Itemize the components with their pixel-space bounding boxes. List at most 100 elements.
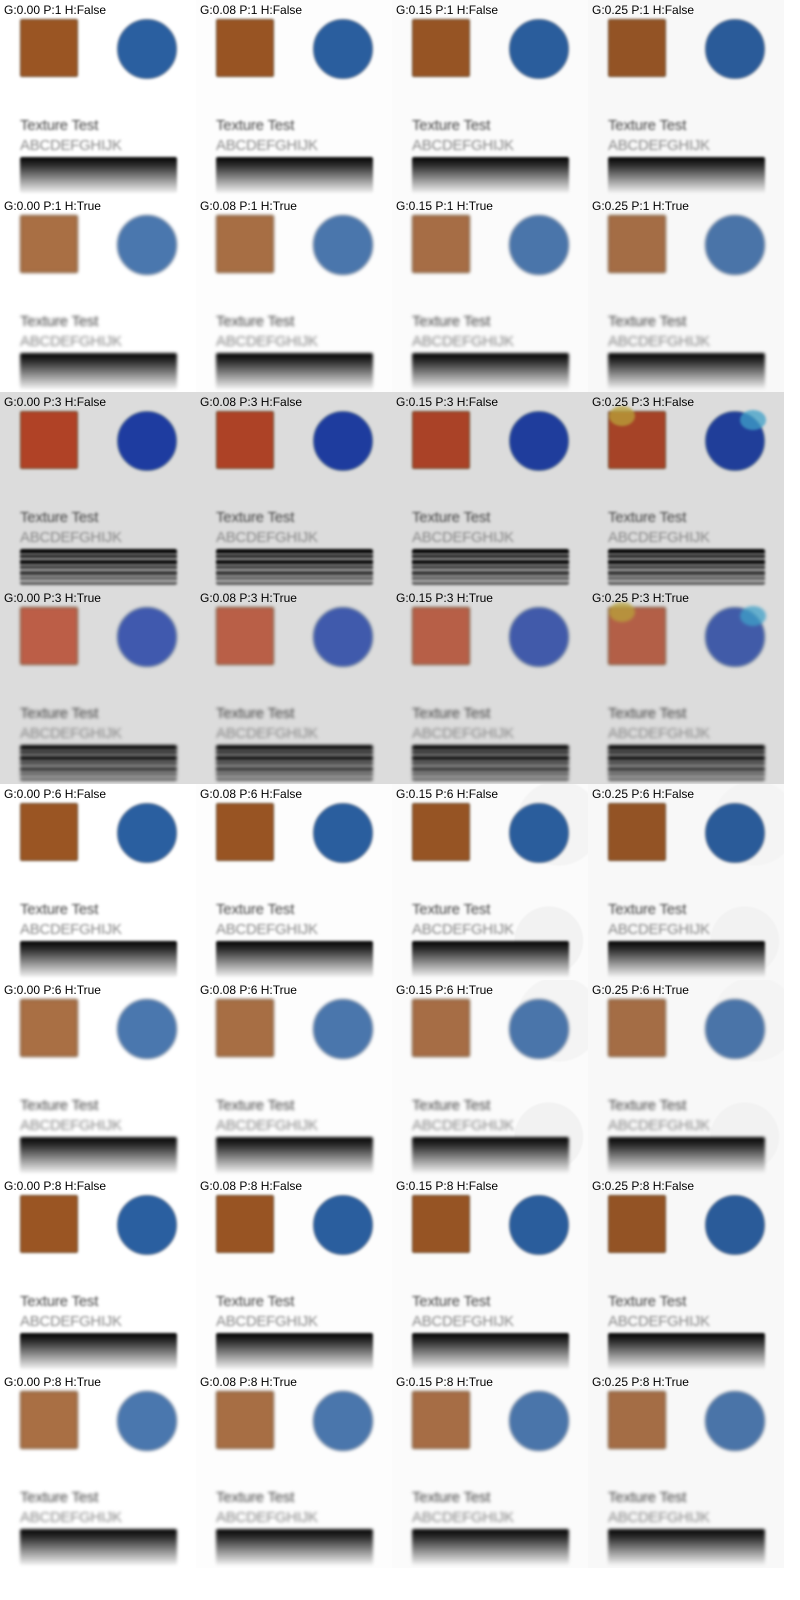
sample-title-text: Texture Test [216,1097,295,1114]
sample-alphabet-text: ABCDEFGHIJK [216,333,318,350]
orange-square [608,602,666,665]
gradient-bar [608,157,765,193]
gradient-bar [412,941,569,977]
tile-label: G:0.15 P:6 H:True [396,983,493,997]
sample-alphabet-text: ABCDEFGHIJK [412,1509,514,1526]
texture-test-tile: Texture Test ABCDEFGHIJK G:0.15 P:1 H:Tr… [392,196,588,392]
sample-alphabet-text: ABCDEFGHIJK [20,137,122,154]
sample-title-text: Texture Test [608,901,687,918]
sample-title-text: Texture Test [608,1097,687,1114]
sample-title-text: Texture Test [412,901,491,918]
gradient-bar [608,1137,765,1173]
blue-circle [313,215,373,275]
orange-square [412,411,470,469]
gradient-bar [20,941,177,977]
sample-title-text: Texture Test [608,509,687,526]
lens-flare-spot [609,602,635,622]
blue-circle [313,411,373,471]
texture-test-tile: Texture Test ABCDEFGHIJK G:0.00 P:8 H:Tr… [0,1372,196,1568]
blurred-content: Texture Test ABCDEFGHIJK [392,588,588,784]
orange-square [20,803,78,861]
texture-test-tile: Texture Test ABCDEFGHIJK G:0.08 P:8 H:Fa… [196,1176,392,1372]
gradient-bar [608,745,765,781]
texture-test-tile: Texture Test ABCDEFGHIJK G:0.08 P:3 H:Tr… [196,588,392,784]
gradient-bar [216,353,373,389]
texture-test-tile: Texture Test ABCDEFGHIJK G:0.00 P:3 H:Tr… [0,588,196,784]
gradient-bar [608,353,765,389]
sample-alphabet-text: ABCDEFGHIJK [216,1509,318,1526]
sample-alphabet-text: ABCDEFGHIJK [608,333,710,350]
texture-test-tile: Texture Test ABCDEFGHIJK G:0.15 P:3 H:Fa… [392,392,588,588]
sample-title-text: Texture Test [20,509,99,526]
blurred-content: Texture Test ABCDEFGHIJK [588,980,784,1176]
blurred-content: Texture Test ABCDEFGHIJK [196,784,392,980]
gradient-bar [608,941,765,977]
gradient-bar [20,1333,177,1369]
orange-square [216,411,274,469]
sample-alphabet-text: ABCDEFGHIJK [608,1313,710,1330]
orange-square [20,999,78,1057]
blue-circle [117,803,177,863]
texture-test-tile: Texture Test ABCDEFGHIJK G:0.08 P:1 H:Tr… [196,196,392,392]
texture-test-tile: Texture Test ABCDEFGHIJK G:0.08 P:1 H:Fa… [196,0,392,196]
sample-title-text: Texture Test [20,1097,99,1114]
sample-alphabet-text: ABCDEFGHIJK [412,529,514,546]
blurred-content: Texture Test ABCDEFGHIJK [0,0,196,196]
orange-square [216,607,274,665]
sample-alphabet-text: ABCDEFGHIJK [608,529,710,546]
texture-test-tile: Texture Test ABCDEFGHIJK G:0.00 P:1 H:Fa… [0,0,196,196]
tile-label: G:0.15 P:1 H:False [396,3,499,17]
blue-circle [117,411,177,471]
gradient-bar [608,1529,765,1565]
sample-title-text: Texture Test [20,1489,99,1506]
orange-square [412,999,470,1057]
tile-label: G:0.15 P:8 H:True [396,1375,493,1389]
texture-test-tile: Texture Test ABCDEFGHIJK G:0.08 P:3 H:Fa… [196,392,392,588]
texture-test-tile: Texture Test ABCDEFGHIJK G:0.15 P:1 H:Fa… [392,0,588,196]
gradient-bar [20,549,177,585]
orange-square [216,803,274,861]
sample-alphabet-text: ABCDEFGHIJK [608,137,710,154]
blurred-content: Texture Test ABCDEFGHIJK [392,0,588,196]
sample-alphabet-text: ABCDEFGHIJK [412,1117,514,1134]
sample-alphabet-text: ABCDEFGHIJK [216,725,318,742]
sample-alphabet-text: ABCDEFGHIJK [20,921,122,938]
blurred-content: Texture Test ABCDEFGHIJK [0,1372,196,1568]
texture-test-tile: Texture Test ABCDEFGHIJK G:0.00 P:3 H:Fa… [0,392,196,588]
texture-test-tile: Texture Test ABCDEFGHIJK G:0.25 P:6 H:Tr… [588,980,784,1176]
gradient-bar [216,1529,373,1565]
sample-title-text: Texture Test [412,705,491,722]
blurred-content: Texture Test ABCDEFGHIJK [588,1176,784,1372]
texture-test-tile: Texture Test ABCDEFGHIJK G:0.25 P:6 H:Fa… [588,784,784,980]
texture-test-tile: Texture Test ABCDEFGHIJK G:0.15 P:8 H:Tr… [392,1372,588,1568]
sample-alphabet-text: ABCDEFGHIJK [216,1313,318,1330]
tile-label: G:0.15 P:8 H:False [396,1179,499,1193]
orange-square [216,1391,274,1449]
tile-label: G:0.08 P:6 H:True [200,983,297,997]
sample-alphabet-text: ABCDEFGHIJK [608,1509,710,1526]
blurred-content: Texture Test ABCDEFGHIJK [0,980,196,1176]
blurred-content: Texture Test ABCDEFGHIJK [196,1372,392,1568]
orange-square [608,215,666,273]
sample-title-text: Texture Test [20,901,99,918]
blurred-content: Texture Test ABCDEFGHIJK [0,196,196,392]
gradient-bar [216,941,373,977]
sample-title-text: Texture Test [412,509,491,526]
sample-alphabet-text: ABCDEFGHIJK [20,529,122,546]
gradient-bar [20,1137,177,1173]
tile-label: G:0.25 P:6 H:True [592,983,689,997]
sample-title-text: Texture Test [216,1489,295,1506]
tile-label: G:0.00 P:3 H:False [4,395,107,409]
tile-label: G:0.00 P:6 H:False [4,787,107,801]
blue-circle [509,999,569,1059]
blue-circle [313,803,373,863]
blurred-content: Texture Test ABCDEFGHIJK [588,1372,784,1568]
sample-alphabet-text: ABCDEFGHIJK [412,1313,514,1330]
blue-circle [117,999,177,1059]
blurred-content: Texture Test ABCDEFGHIJK [0,1176,196,1372]
gradient-bar [20,353,177,389]
gradient-bar [216,1137,373,1173]
orange-square [608,1195,666,1253]
sample-title-text: Texture Test [20,705,99,722]
orange-square [608,19,666,77]
